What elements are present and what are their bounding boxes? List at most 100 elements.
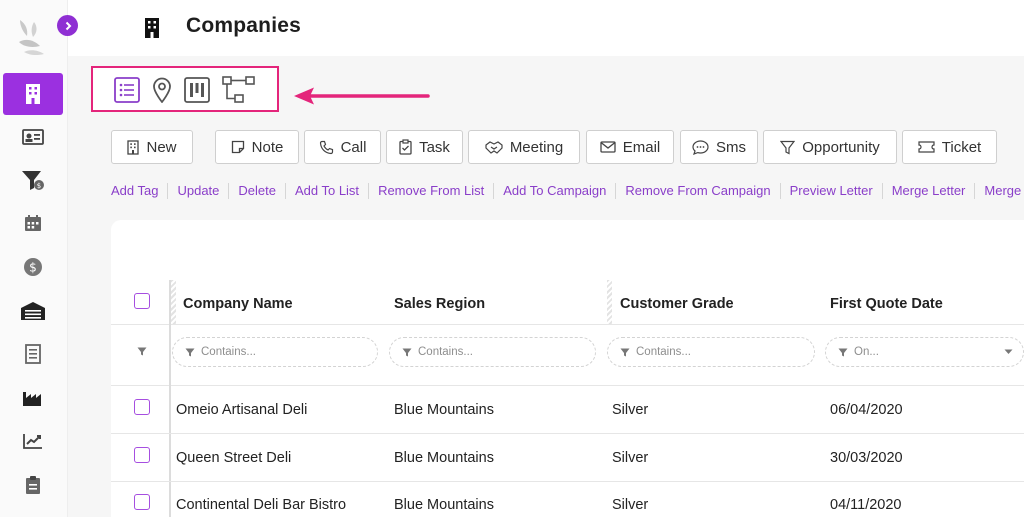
handshake-icon [485,140,503,154]
note-button[interactable]: Note [215,130,299,164]
delete-link[interactable]: Delete [228,183,285,199]
row-divider [111,433,1024,434]
view-switcher [91,66,279,112]
building-icon [26,84,40,104]
company-name-cell: Queen Street Deli [176,450,292,466]
new-button[interactable]: New [111,130,193,164]
sidebar-item-calendar[interactable] [3,202,63,244]
list-view-button[interactable] [112,75,142,105]
remove-from-campaign-link[interactable]: Remove From Campaign [615,183,779,199]
note-button-label: Note [251,138,284,156]
funnel-icon [780,140,796,154]
sms-bubble-icon [692,139,709,155]
call-button-label: Call [340,138,367,156]
sms-button[interactable]: Sms [680,130,758,164]
add-to-campaign-link[interactable]: Add To Campaign [493,183,615,199]
company-name-filter[interactable]: Contains... [172,337,378,367]
email-button[interactable]: Email [586,130,674,164]
contact-card-icon [22,129,44,145]
task-button[interactable]: Task [386,130,463,164]
sidebar-item-contacts[interactable] [3,116,63,158]
filter-icon [402,348,412,356]
email-button-label: Email [622,138,661,156]
chevron-right-icon [65,21,71,30]
opportunity-button-label: Opportunity [802,138,880,156]
first-quote-date-cell: 04/11/2020 [830,497,902,513]
merge-duplicates-link[interactable]: Merge Dupli [974,183,1024,199]
column-header-first-quote-date[interactable]: First Quote Date [830,296,943,312]
sidebar-item-reports[interactable] [3,420,63,462]
row-checkbox[interactable] [134,399,150,415]
sales-region-cell: Blue Mountains [394,497,494,513]
sidebar: $ $ [0,0,68,517]
filter-placeholder: Contains... [201,346,256,358]
column-separator [607,280,612,324]
meeting-button[interactable]: Meeting [468,130,580,164]
column-header-company-name[interactable]: Company Name [183,296,293,312]
warehouse-icon [21,302,45,320]
calendar-icon [25,215,41,231]
customer-grade-filter[interactable]: Contains... [607,337,815,367]
clipboard-check-icon [399,139,412,155]
sidebar-item-funnel[interactable]: $ [3,159,63,201]
filter-icon [185,348,195,356]
phone-icon [319,140,333,154]
filter-placeholder: Contains... [636,346,691,358]
customer-grade-cell: Silver [612,497,649,513]
sidebar-item-warehouse[interactable] [3,290,63,332]
first-quote-date-filter[interactable]: On... [825,337,1024,367]
sales-region-filter[interactable]: Contains... [389,337,596,367]
chevron-down-icon [1004,349,1013,354]
column-header-customer-grade[interactable]: Customer Grade [620,296,734,312]
sidebar-item-companies[interactable] [3,73,63,115]
funnel-dollar-icon: $ [22,171,44,190]
update-link[interactable]: Update [167,183,228,199]
hierarchy-view-button[interactable] [221,75,257,105]
filter-icon[interactable] [137,347,147,356]
opportunity-button[interactable]: Opportunity [763,130,897,164]
bulk-actions-bar: Add Tag Update Delete Add To List Remove… [111,182,1024,200]
kanban-view-button[interactable] [182,75,212,105]
remove-from-list-link[interactable]: Remove From List [368,183,493,199]
envelope-icon [600,141,616,153]
trend-chart-icon [23,434,42,449]
customer-grade-cell: Silver [612,402,649,418]
column-separator [171,280,176,324]
select-all-checkbox[interactable] [134,293,150,309]
note-icon [231,140,244,154]
filter-icon [838,348,848,356]
row-checkbox[interactable] [134,447,150,463]
factory-icon [23,392,41,406]
page-title: Companies [186,14,301,37]
sales-region-cell: Blue Mountains [394,402,494,418]
expand-sidebar-button[interactable] [57,15,78,36]
map-pin-icon [153,77,171,103]
building-icon [127,139,140,155]
sms-button-label: Sms [716,138,746,156]
sidebar-item-payments[interactable]: $ [3,246,63,288]
filter-divider [111,385,1024,386]
column-header-sales-region[interactable]: Sales Region [394,296,485,312]
add-tag-link[interactable]: Add Tag [111,183,167,199]
customer-grade-cell: Silver [612,450,649,466]
sidebar-item-tasks[interactable] [3,464,63,506]
first-quote-date-cell: 06/04/2020 [830,402,903,418]
task-button-label: Task [419,138,450,156]
company-name-cell: Omeio Artisanal Deli [176,402,308,418]
app-logo-icon [19,20,44,56]
sidebar-item-documents[interactable] [3,333,63,375]
ticket-button[interactable]: Ticket [902,130,997,164]
add-to-list-link[interactable]: Add To List [284,183,368,199]
row-checkbox[interactable] [134,494,150,510]
call-button[interactable]: Call [304,130,381,164]
meeting-button-label: Meeting [509,138,564,156]
preview-letter-link[interactable]: Preview Letter [779,183,882,199]
merge-letter-link[interactable]: Merge Letter [881,183,975,199]
map-view-button[interactable] [147,75,177,105]
filter-placeholder: Contains... [418,346,473,358]
sidebar-item-manufacturing[interactable] [3,377,63,419]
row-divider [111,481,1024,482]
ticket-icon [918,141,935,153]
svg-text:$: $ [37,182,41,190]
first-quote-date-cell: 30/03/2020 [830,450,903,466]
